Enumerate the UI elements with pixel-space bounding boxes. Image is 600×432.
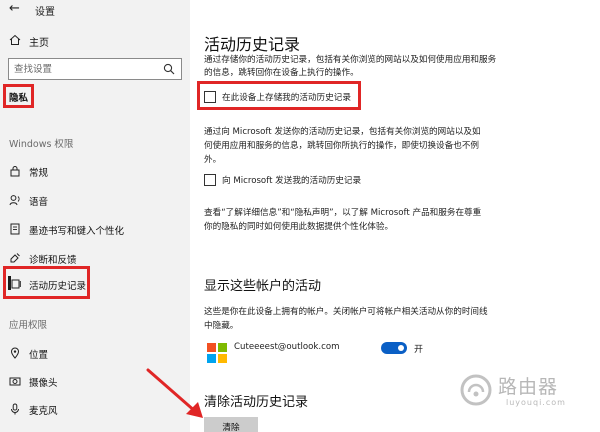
sidebar-item-label: 活动历史记录 [29, 281, 87, 292]
page-title: 活动历史记录 [204, 35, 301, 54]
sidebar-item-label: 摄像头 [29, 378, 58, 389]
sidebar-item-activity-history[interactable]: 活动历史记录 [0, 273, 190, 295]
main-content: 活动历史记录 通过存储你的活动历史记录，包括有关你浏览的网站以及如何使用应用和服… [190, 0, 600, 432]
sidebar-item-label: 麦克风 [29, 406, 58, 417]
section-windows-permissions: Windows 权限 [9, 139, 74, 150]
settings-sidebar: ← 设置 主页 隐私 Windows 权限 常规 语音 [0, 0, 190, 432]
privacy-statement-text: 查看“了解详细信息”和“隐私声明”，以了解 Microsoft 产品和服务在尊重… [204, 208, 482, 232]
window-title: 设置 [35, 7, 55, 18]
privacy-header-highlight: 隐私 [3, 84, 34, 108]
privacy-header: 隐私 [9, 93, 29, 104]
sidebar-item-general[interactable]: 常规 [0, 160, 190, 182]
store-history-checkbox[interactable] [204, 91, 216, 103]
camera-icon [9, 377, 21, 386]
nav-home-label: 主页 [29, 38, 49, 49]
location-icon [10, 347, 20, 359]
send-history-text: 通过向 Microsoft 发送你的活动历史记录，包括有关你浏览的网站以及如何使… [204, 127, 481, 165]
ink-icon [10, 223, 20, 235]
accounts-description: 这些是你在此设备上拥有的帐户。关闭帐户可将帐户相关活动从你的时间线中隐藏。 [204, 307, 488, 331]
section-app-permissions: 应用权限 [9, 320, 48, 331]
back-arrow-icon[interactable]: ← [9, 1, 20, 16]
store-history-label[interactable]: 在此设备上存储我的活动历史记录 [222, 91, 351, 103]
clear-history-heading: 清除活动历史记录 [204, 395, 309, 410]
send-history-label[interactable]: 向 Microsoft 发送我的活动历史记录 [222, 174, 361, 186]
search-icon[interactable] [163, 63, 175, 75]
sidebar-item-label: 墨迹书写和键入个性化 [29, 226, 125, 237]
activity-history-icon [9, 279, 21, 289]
search-box[interactable] [8, 58, 182, 80]
microphone-icon [11, 403, 19, 415]
speech-icon [9, 195, 20, 206]
toggle-knob [398, 345, 404, 351]
microsoft-logo-icon [207, 343, 227, 363]
sidebar-item-speech[interactable]: 语音 [0, 189, 190, 211]
lock-icon [10, 166, 20, 177]
search-input[interactable] [14, 62, 154, 76]
sidebar-item-label: 诊断和反馈 [29, 255, 77, 266]
title-bar: ← 设置 [0, 0, 190, 24]
account-email: Cuteeeest@outlook.com [234, 342, 340, 352]
nav-home[interactable]: 主页 [0, 30, 190, 52]
sidebar-item-camera[interactable]: 摄像头 [0, 370, 190, 392]
sidebar-item-location[interactable]: 位置 [0, 342, 190, 364]
account-toggle-state: 开 [414, 345, 424, 355]
sidebar-item-label: 位置 [29, 350, 49, 361]
sidebar-item-label: 语音 [29, 197, 49, 208]
sidebar-item-inking[interactable]: 墨迹书写和键入个性化 [0, 218, 190, 240]
account-toggle[interactable] [381, 342, 407, 354]
sidebar-item-label: 常规 [29, 168, 49, 179]
clear-button[interactable]: 清除 [204, 417, 258, 432]
send-history-checkbox[interactable] [204, 174, 216, 186]
sidebar-item-microphone[interactable]: 麦克风 [0, 398, 190, 420]
accounts-heading: 显示这些帐户的活动 [204, 279, 322, 294]
home-icon [9, 34, 21, 45]
feedback-icon [10, 253, 20, 263]
intro-text: 通过存储你的活动历史记录，包括有关你浏览的网站以及如何使用应用和服务的信息，跳转… [204, 55, 497, 78]
